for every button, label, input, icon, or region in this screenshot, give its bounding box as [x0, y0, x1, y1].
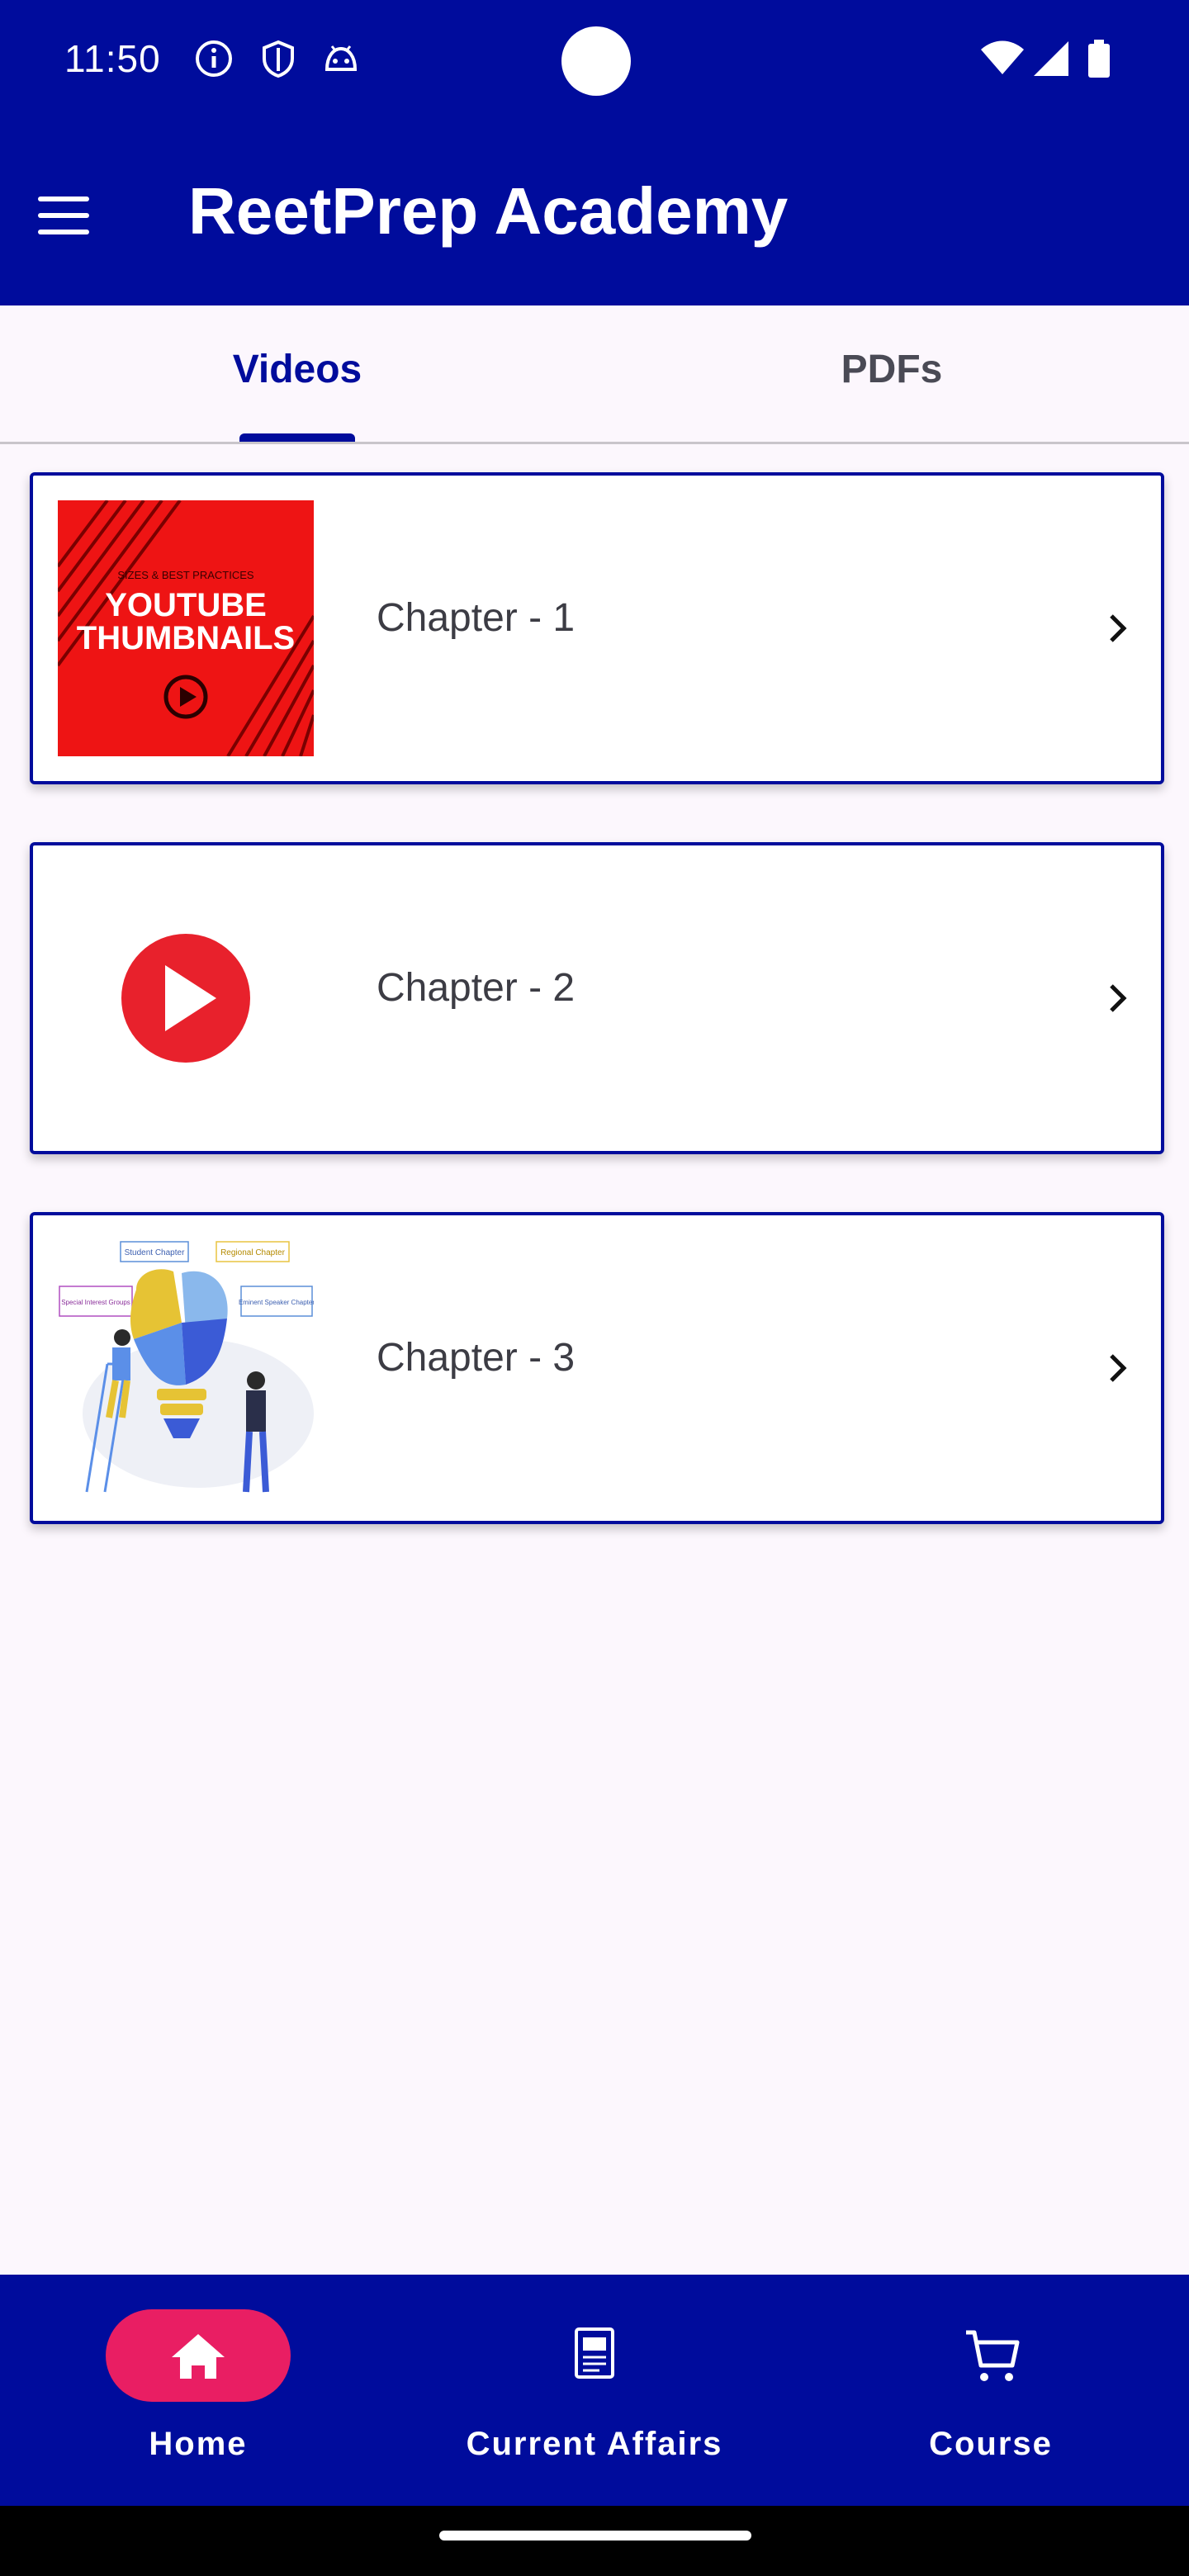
- illustration-label: Eminent Speaker Chapter: [239, 1299, 314, 1306]
- lightbulb-puzzle-illustration: Student Chapter Regional Chapter Special…: [59, 1241, 314, 1493]
- tab-videos-label: Videos: [232, 348, 362, 391]
- nav-home-label: Home: [149, 2426, 248, 2462]
- tab-pdfs-label: PDFs: [841, 348, 943, 391]
- gesture-handle[interactable]: [439, 2531, 751, 2540]
- chapter-card-3[interactable]: Student Chapter Regional Chapter Special…: [30, 1212, 1164, 1524]
- chapter-1-title: Chapter - 1: [377, 596, 576, 640]
- chapter-3-thumbnail: Student Chapter Regional Chapter Special…: [58, 1240, 314, 1496]
- chevron-right-icon: [1110, 614, 1127, 642]
- info-icon: [196, 40, 232, 77]
- chapter-1-thumbnail: SIZES & BEST PRACTICES YOUTUBE THUMBNAIL…: [58, 500, 314, 756]
- newspaper-icon: [575, 2327, 614, 2379]
- status-time: 11:50: [64, 37, 161, 80]
- tab-videos[interactable]: Videos: [0, 305, 594, 442]
- app-bar: ReetPrep Academy: [0, 124, 1189, 305]
- status-bar: 11:50: [0, 0, 1189, 124]
- system-navigation-area: [0, 2506, 1189, 2576]
- nav-current-affairs[interactable]: Current Affairs: [396, 2275, 793, 2506]
- cart-icon: [966, 2330, 1020, 2381]
- illustration-label: Student Chapter: [125, 1248, 185, 1257]
- app-title: ReetPrep Academy: [188, 174, 789, 248]
- chapter-3-title: Chapter - 3: [377, 1336, 576, 1380]
- chapter-card-2[interactable]: Chapter - 2: [30, 842, 1164, 1154]
- bottom-navigation: Home Current Affairs Course: [0, 2275, 1189, 2506]
- nav-home[interactable]: Home: [0, 2275, 396, 2506]
- shield-icon: [263, 40, 294, 78]
- wifi-icon: [981, 40, 1024, 74]
- battery-icon: [1088, 40, 1110, 78]
- chapter-2-title: Chapter - 2: [377, 966, 576, 1010]
- thumbnail-caption-line1: YOUTUBE: [105, 587, 267, 623]
- play-button-icon: [121, 934, 250, 1063]
- active-tab-indicator: [239, 433, 355, 442]
- thumbnail-caption-line2: THUMBNAILS: [77, 620, 295, 656]
- nav-course-label: Course: [929, 2426, 1053, 2462]
- nav-current-affairs-label: Current Affairs: [466, 2426, 723, 2462]
- chevron-right-icon: [1110, 984, 1127, 1012]
- chapter-card-1[interactable]: SIZES & BEST PRACTICES YOUTUBE THUMBNAIL…: [30, 472, 1164, 784]
- chapter-2-thumbnail: [58, 870, 314, 1126]
- nav-course[interactable]: Course: [793, 2275, 1189, 2506]
- android-icon: [324, 45, 358, 71]
- chevron-right-icon: [1110, 1354, 1127, 1382]
- hamburger-menu-icon[interactable]: [26, 178, 101, 253]
- illustration-label: Regional Chapter: [220, 1248, 285, 1257]
- illustration-label: Special Interest Groups: [61, 1299, 130, 1306]
- tab-bar: Videos PDFs: [0, 305, 1189, 444]
- signal-icon: [1034, 41, 1068, 76]
- home-icon: [172, 2334, 225, 2379]
- tab-pdfs[interactable]: PDFs: [594, 305, 1189, 442]
- youtube-thumbnails-image: SIZES & BEST PRACTICES YOUTUBE THUMBNAIL…: [58, 500, 314, 756]
- thumbnail-caption-small: SIZES & BEST PRACTICES: [117, 569, 254, 581]
- camera-cutout: [561, 26, 631, 96]
